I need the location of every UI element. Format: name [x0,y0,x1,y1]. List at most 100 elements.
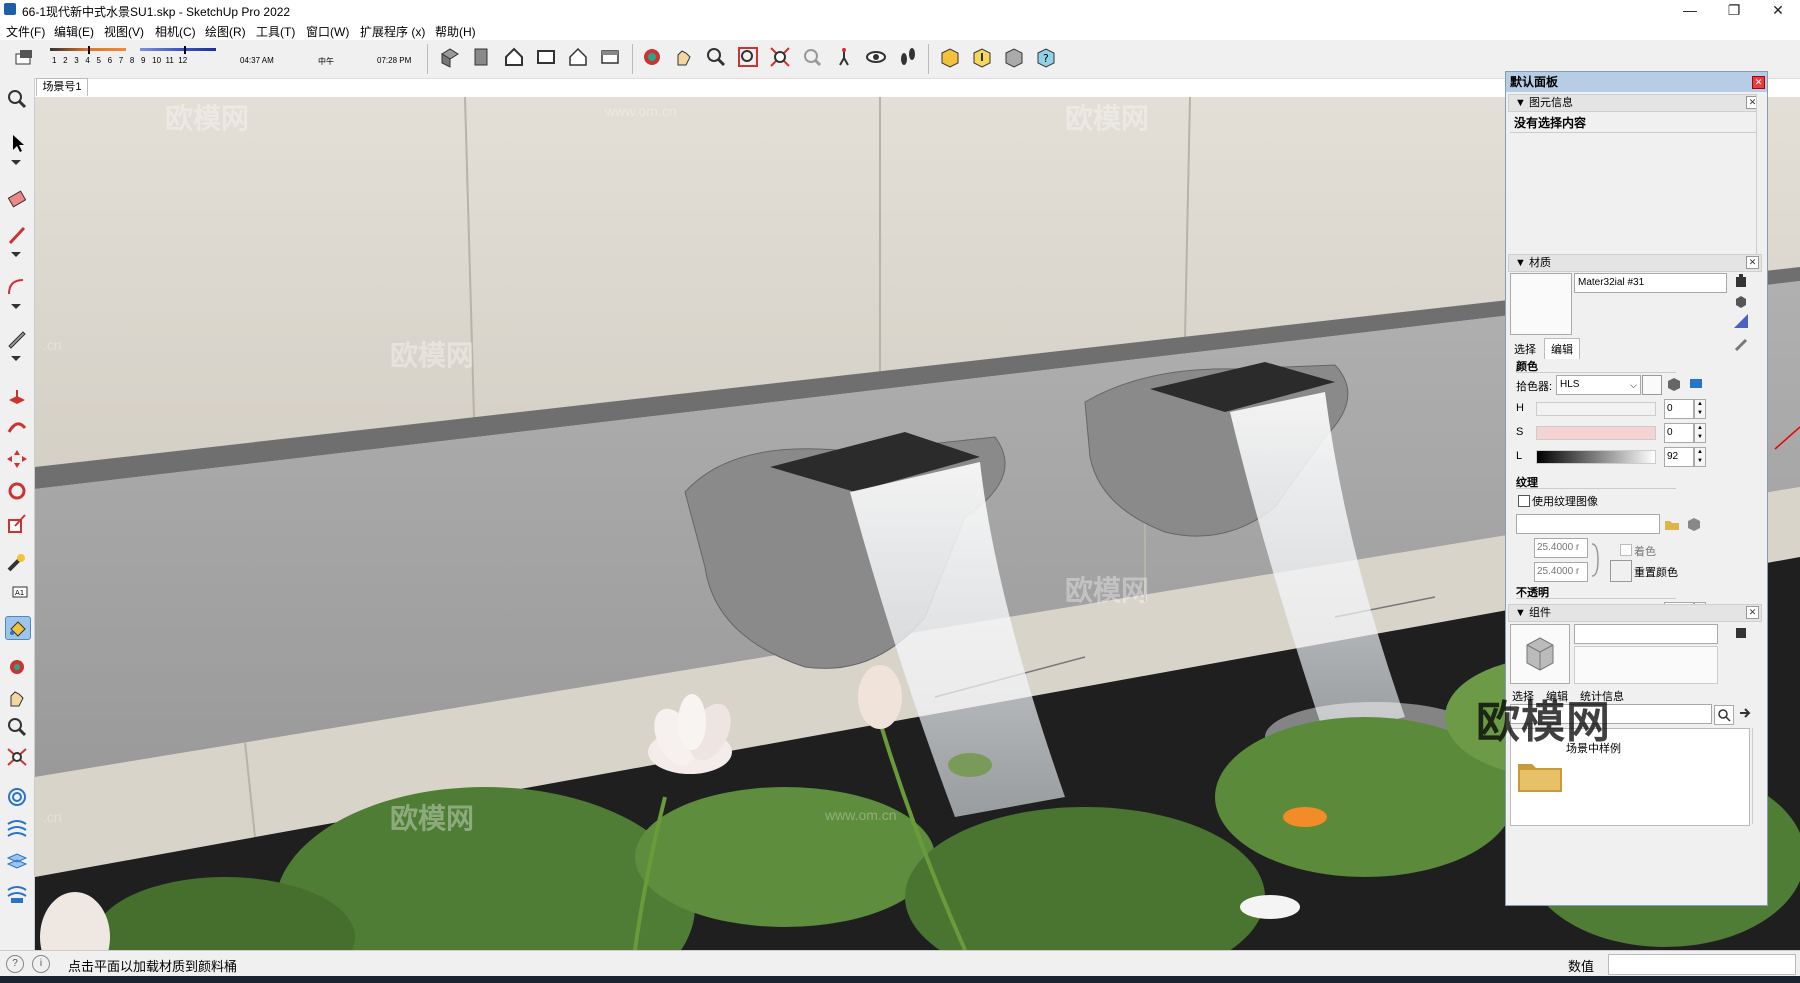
menu-camera[interactable]: 相机(C) [155,23,196,40]
search-icon[interactable] [1714,705,1734,725]
zoom-icon[interactable] [704,45,728,69]
back-view-icon[interactable] [566,45,590,69]
left-view-icon[interactable] [598,45,622,69]
l-value-field[interactable]: 92 [1664,447,1694,467]
pan-hand-icon[interactable] [672,45,696,69]
previous-view-icon[interactable] [800,45,824,69]
component-description-field[interactable] [1574,646,1718,684]
menu-help[interactable]: 帮助(H) [435,23,476,40]
texture-path-field[interactable] [1516,514,1660,534]
front-view-icon[interactable] [502,45,526,69]
menu-view[interactable]: 视图(V) [104,23,144,40]
chevron-down-icon[interactable] [11,304,21,309]
3d-warehouse-icon[interactable] [938,45,962,69]
time-slider-thumb[interactable] [184,46,187,54]
texture-edit-icon[interactable] [1686,516,1702,532]
look-around-eye-icon[interactable] [864,45,888,69]
material-name-field[interactable]: Mater32ial #31 [1574,273,1727,293]
materials-tab-edit[interactable]: 编辑 [1544,338,1580,359]
sandbox-smoove-icon[interactable] [5,850,29,872]
create-material-icon[interactable] [1734,274,1748,288]
colorize-checkbox[interactable] [1620,544,1632,556]
aspect-lock-icon[interactable] [1590,542,1600,578]
scale-icon[interactable] [5,512,29,534]
component-details-icon[interactable] [1734,625,1748,639]
use-texture-checkbox[interactable] [1518,495,1530,507]
eyedropper-icon[interactable] [1734,338,1748,352]
info-icon[interactable]: i [32,955,50,973]
tape-measure-icon[interactable] [5,552,29,574]
h-value-field[interactable]: 0 [1664,399,1694,419]
zoom-extents-icon[interactable] [768,45,792,69]
shadows-toggle-icon[interactable] [12,46,36,70]
materials-close[interactable]: ✕ [1746,256,1759,269]
reset-color-label[interactable]: 重置颜色 [1634,564,1678,580]
rectangle-icon[interactable] [5,328,29,350]
pencil-line-icon[interactable] [5,224,29,246]
sandbox-stamp-icon[interactable] [5,884,29,906]
navigation-arrow-icon[interactable] [1738,706,1752,720]
materials-header[interactable]: ▼ 材质 [1508,254,1762,272]
paint-bucket-icon[interactable] [5,616,31,640]
time-slider-track[interactable] [140,48,216,51]
geolocation-icon[interactable]: ? [6,955,24,973]
match-model-color-icon[interactable] [1666,376,1682,392]
eraser-icon[interactable] [5,188,29,210]
text-tool-icon[interactable]: A1 [5,584,29,606]
position-camera-icon[interactable] [832,45,856,69]
components-close[interactable]: ✕ [1746,606,1759,619]
menu-file[interactable]: 文件(F) [6,23,45,40]
extension-warehouse-icon[interactable] [1002,45,1026,69]
tray-close-button[interactable]: ✕ [1752,76,1765,89]
follow-me-icon[interactable] [5,416,29,438]
picker-select[interactable]: HLS ⌵ [1556,375,1641,395]
menu-extensions[interactable]: 扩展程序 (x) [360,23,425,40]
menu-window[interactable]: 窗口(W) [306,23,349,40]
push-pull-icon[interactable] [5,386,29,408]
s-spinner[interactable]: ▲ ▼ [1694,423,1706,443]
sandbox-scratch-icon[interactable] [5,818,29,840]
zoom-extents-tool-icon[interactable] [5,746,29,768]
texture-width-field[interactable]: 25.4000 r [1534,538,1588,558]
sandbox-contours-icon[interactable] [5,786,29,808]
iso-view-icon[interactable] [438,45,462,69]
minimize-button[interactable]: — [1670,0,1710,20]
menu-draw[interactable]: 绘图(R) [205,23,246,40]
component-preview[interactable] [1510,624,1570,684]
share-model-icon[interactable] [970,45,994,69]
h-spinner[interactable]: ▲ ▼ [1694,399,1706,419]
menu-edit[interactable]: 编辑(E) [54,23,94,40]
texture-height-field[interactable]: 25.4000 r [1534,562,1588,582]
reset-color-swatch[interactable] [1610,560,1632,582]
orbit-tool-icon[interactable] [5,656,29,678]
maximize-button[interactable]: ❐ [1714,0,1754,20]
material-preview-swatch[interactable] [1510,273,1572,335]
top-view-icon[interactable] [470,45,494,69]
zoom-window-icon[interactable] [736,45,760,69]
arc-icon[interactable] [5,276,29,298]
entity-info-scrollbar[interactable] [1756,94,1767,259]
components-scrollbar[interactable] [1752,728,1765,824]
scene-tab[interactable]: 场景号1 [36,78,88,96]
month-slider-thumb[interactable] [88,46,90,54]
l-slider[interactable] [1536,450,1656,464]
select-arrow-icon[interactable] [5,132,29,154]
component-name-field[interactable] [1574,624,1718,644]
walk-footprints-icon[interactable] [896,45,920,69]
s-slider[interactable] [1536,426,1656,440]
rotate-icon[interactable] [5,480,29,502]
color-swatch[interactable] [1642,375,1662,395]
match-screen-color-icon[interactable] [1688,376,1704,392]
help-question-icon[interactable]: ? [1034,45,1058,69]
components-header[interactable]: ▼ 组件 [1508,604,1762,622]
browse-folder-icon[interactable] [1664,516,1680,532]
close-window-button[interactable]: ✕ [1758,0,1798,20]
right-view-icon[interactable] [534,45,558,69]
l-spinner[interactable]: ▲ ▼ [1694,447,1706,467]
chevron-down-icon[interactable] [11,356,21,361]
move-icon[interactable] [5,448,29,470]
pan-tool-icon[interactable] [5,686,29,708]
s-value-field[interactable]: 0 [1664,423,1694,443]
orbit-icon[interactable] [640,45,664,69]
chevron-down-icon[interactable] [11,252,21,257]
